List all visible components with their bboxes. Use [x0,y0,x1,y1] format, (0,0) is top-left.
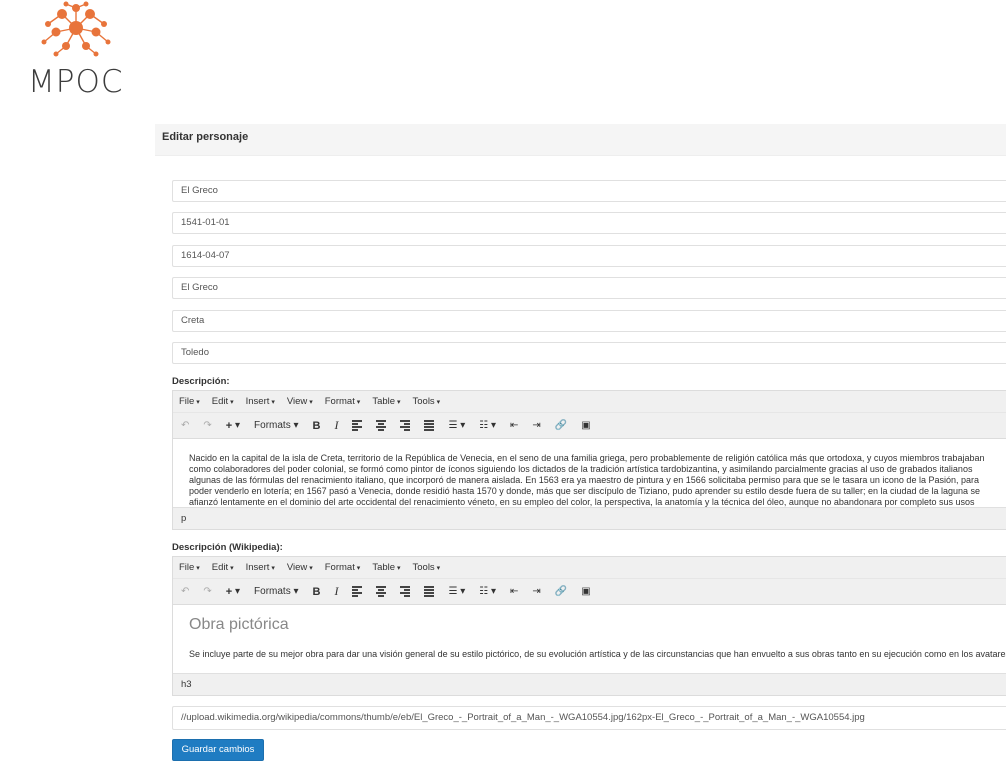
editor-menubar: File Edit Insert View Format Table Tools [173,391,1006,413]
page-title: Editar personaje [162,131,249,143]
menu-view[interactable]: View [287,396,313,407]
element-path: h3 [181,679,192,690]
menu-format[interactable]: Format [325,562,361,573]
formats-label: Formats [254,420,291,431]
menu-file[interactable]: File [179,396,200,407]
italic-icon[interactable]: I [334,418,338,433]
logo-text: MPOC [28,64,124,100]
image-icon[interactable]: ▣ [581,420,590,431]
undo-icon[interactable]: ↶ [181,586,189,597]
menu-file[interactable]: File [179,562,200,573]
italic-icon[interactable]: I [334,584,338,599]
bold-icon[interactable]: B [313,420,321,432]
save-changes-button[interactable]: Guardar cambios [172,739,264,761]
editor-toolbar: ↶ ↷ + ▾ Formats ▾ B I ☰ ▾ ☷ ▾ ⇤ ⇥ 🔗 ▣ [173,579,1006,605]
descripcion-content[interactable]: Nacido en la capital de la isla de Creta… [173,439,1006,507]
editor-toolbar: ↶ ↷ + ▾ Formats ▾ B I ☰ ▾ ☷ ▾ ⇤ ⇥ 🔗 ▣ [173,413,1006,439]
link-icon[interactable]: 🔗 [555,586,567,597]
menu-view[interactable]: View [287,562,313,573]
element-path: p [181,513,187,524]
numbered-list-icon[interactable]: ☷ ▾ [479,586,496,597]
insert-plus-icon[interactable]: + ▾ [226,586,240,598]
justify-icon[interactable] [424,585,435,599]
panel-heading: Editar personaje [155,124,1006,156]
menu-edit[interactable]: Edit [212,396,234,407]
bullet-list-icon[interactable]: ☰ ▾ [448,586,465,597]
network-logo-icon [41,1,111,57]
birth-date-field[interactable]: 1541-01-01 [172,212,1006,234]
wikipedia-text: Se incluye parte de su mejor obra para d… [189,649,1006,659]
birth-place-field[interactable]: Creta [172,310,1006,332]
undo-icon[interactable]: ↶ [181,420,189,431]
align-center-icon[interactable] [376,419,387,433]
redo-icon[interactable]: ↷ [203,420,211,431]
redo-icon[interactable]: ↷ [203,586,211,597]
formats-label: Formats [254,586,291,597]
editor-statusbar: p [173,507,1006,529]
outdent-icon[interactable]: ⇤ [510,420,518,431]
align-right-icon[interactable] [400,585,411,599]
editor-menubar: File Edit Insert View Format Table Tools [173,557,1006,579]
menu-tools[interactable]: Tools [413,396,441,407]
editor-statusbar: h3 [173,673,1006,695]
menu-tools[interactable]: Tools [413,562,441,573]
outdent-icon[interactable]: ⇤ [510,586,518,597]
name-field[interactable]: El Greco [172,180,1006,202]
menu-table[interactable]: Table [372,562,400,573]
align-left-icon[interactable] [352,585,363,599]
death-date-field[interactable]: 1614-04-07 [172,245,1006,267]
menu-format[interactable]: Format [325,396,361,407]
wikipedia-heading: Obra pictórica [189,616,289,633]
menu-insert[interactable]: Insert [246,396,275,407]
alias-field[interactable]: El Greco [172,277,1006,299]
wikipedia-label: Descripción (Wikipedia): [172,542,283,553]
insert-plus-icon[interactable]: + ▾ [226,420,240,432]
indent-icon[interactable]: ⇥ [532,586,540,597]
link-icon[interactable]: 🔗 [555,420,567,431]
align-center-icon[interactable] [376,585,387,599]
mpoc-logo[interactable]: MPOC [28,0,128,100]
descripcion-text: Nacido en la capital de la isla de Creta… [189,453,985,507]
image-url-field[interactable]: //upload.wikimedia.org/wikipedia/commons… [172,706,1006,730]
indent-icon[interactable]: ⇥ [532,420,540,431]
align-left-icon[interactable] [352,419,363,433]
descripcion-editor: File Edit Insert View Format Table Tools… [172,390,1006,530]
bold-icon[interactable]: B [313,586,321,598]
numbered-list-icon[interactable]: ☷ ▾ [479,420,496,431]
image-icon[interactable]: ▣ [581,586,590,597]
align-right-icon[interactable] [400,419,411,433]
formats-dropdown[interactable]: Formats ▾ [254,420,298,431]
justify-icon[interactable] [424,419,435,433]
menu-edit[interactable]: Edit [212,562,234,573]
menu-insert[interactable]: Insert [246,562,275,573]
formats-dropdown[interactable]: Formats ▾ [254,586,298,597]
wikipedia-editor: File Edit Insert View Format Table Tools… [172,556,1006,696]
death-place-field[interactable]: Toledo [172,342,1006,364]
bullet-list-icon[interactable]: ☰ ▾ [448,420,465,431]
wikipedia-content[interactable]: Obra pictórica Se incluye parte de su me… [173,605,1006,673]
menu-table[interactable]: Table [372,396,400,407]
descripcion-label: Descripción: [172,376,230,387]
